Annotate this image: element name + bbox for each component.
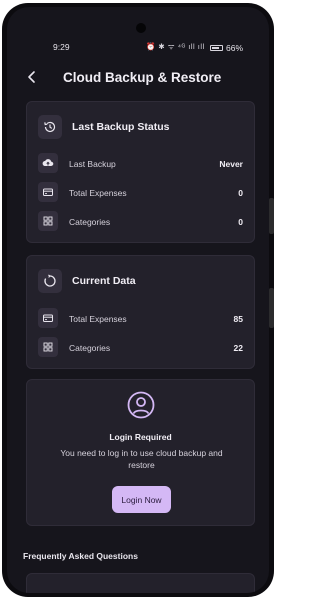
- credit-card-icon: [38, 308, 58, 328]
- grid-icon: [38, 337, 58, 357]
- status-icons: ⏰ ✱ ᯤ ⁴ᴳ ıll ıll: [146, 42, 205, 51]
- phone-frame: 9:29 ⏰ ✱ ᯤ ⁴ᴳ ıll ıll 66% Cloud Backup &…: [2, 3, 274, 597]
- faq-heading: Frequently Asked Questions: [23, 551, 138, 561]
- battery-percent: 66%: [226, 43, 244, 53]
- sync-icon: [38, 269, 62, 293]
- last-backup-status-card: Last Backup Status Last Backup Never Tot…: [26, 101, 255, 243]
- current-data-card: Current Data Total Expenses 85 Categorie…: [26, 255, 255, 369]
- row-value: 0: [238, 217, 243, 227]
- status-time: 9:29: [53, 42, 70, 52]
- front-camera: [136, 23, 146, 33]
- row-label: Last Backup: [69, 159, 116, 169]
- row-value: 85: [233, 314, 243, 324]
- card-title: Last Backup Status: [72, 121, 170, 133]
- battery-indicator: 66%: [210, 43, 243, 53]
- arrow-left-icon[interactable]: [25, 69, 39, 85]
- power-button: [269, 288, 274, 328]
- login-title: Login Required: [109, 432, 172, 442]
- account-circle-icon: [127, 391, 155, 419]
- login-required-card: Login Required You need to log in to use…: [26, 379, 255, 526]
- row-value: Never: [219, 159, 243, 169]
- history-icon: [38, 115, 62, 139]
- top-app-bar: Cloud Backup & Restore: [7, 67, 269, 89]
- credit-card-icon: [38, 182, 58, 202]
- status-bar: 9:29 ⏰ ✱ ᯤ ⁴ᴳ ıll ıll 66%: [7, 40, 269, 54]
- login-now-button[interactable]: Login Now: [112, 486, 171, 513]
- battery-icon: [210, 45, 223, 51]
- row-label: Categories: [69, 217, 111, 227]
- faq-card[interactable]: [26, 573, 255, 593]
- page-title: Cloud Backup & Restore: [63, 70, 222, 85]
- row-value: 0: [238, 188, 243, 198]
- grid-icon: [38, 211, 58, 231]
- login-message: You need to log in to use cloud backup a…: [60, 448, 223, 470]
- row-value: 22: [233, 343, 243, 353]
- row-label: Categories: [69, 343, 111, 353]
- row-label: Total Expenses: [69, 314, 127, 324]
- app-screen: 9:29 ⏰ ✱ ᯤ ⁴ᴳ ıll ıll 66% Cloud Backup &…: [7, 7, 269, 593]
- card-title: Current Data: [72, 275, 136, 287]
- volume-button: [269, 198, 274, 234]
- cloud-upload-icon: [38, 153, 58, 173]
- row-label: Total Expenses: [69, 188, 127, 198]
